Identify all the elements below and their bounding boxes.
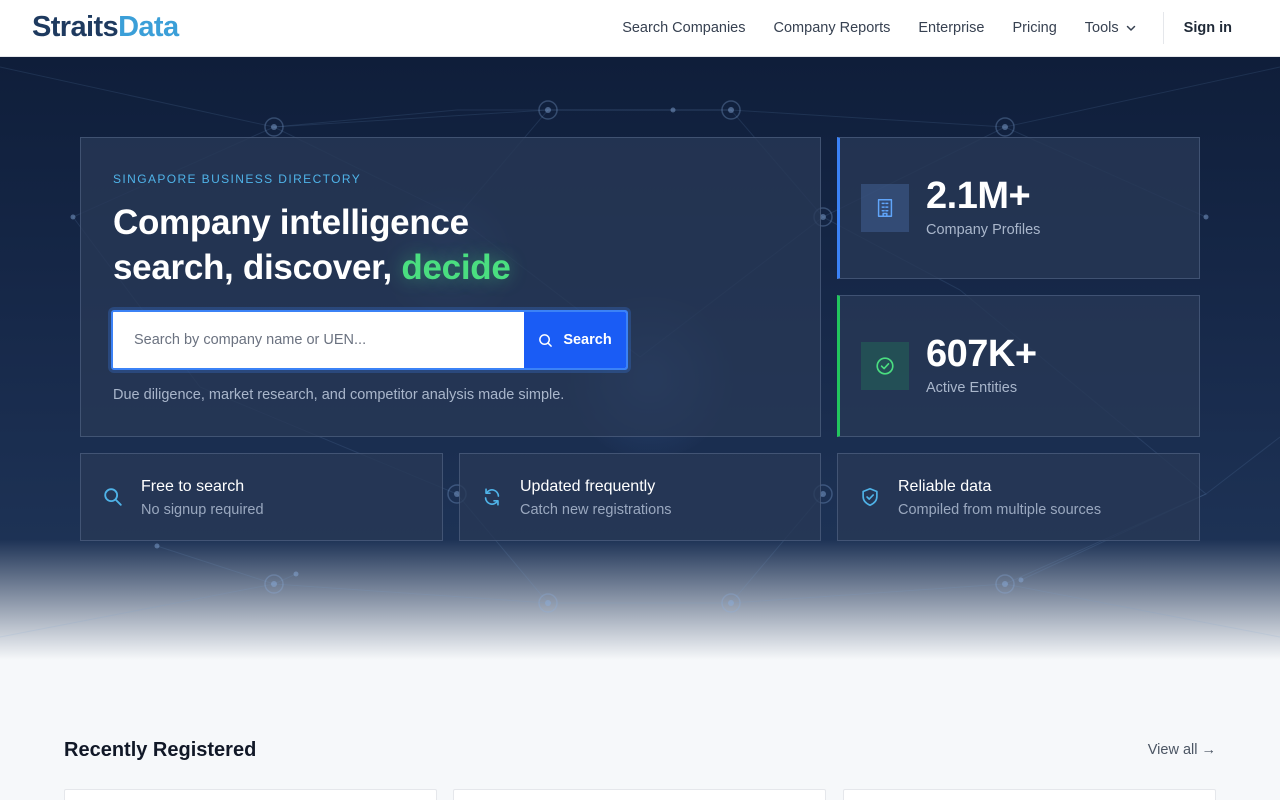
eyebrow-label: SINGAPORE BUSINESS DIRECTORY xyxy=(113,172,362,186)
building-icon xyxy=(877,199,893,217)
nav-enterprise[interactable]: Enterprise xyxy=(918,20,984,36)
chevron-down-icon xyxy=(1126,25,1135,31)
hero-card: SINGAPORE BUSINESS DIRECTORY Company int… xyxy=(80,137,821,437)
nav-tools-dropdown[interactable]: Tools xyxy=(1085,20,1137,36)
stat-icon-wrapper xyxy=(861,342,909,390)
nav-company-reports[interactable]: Company Reports xyxy=(774,20,891,36)
feature-card-free-search: Free to search No signup required xyxy=(80,453,443,541)
stat-label: Company Profiles xyxy=(926,222,1041,238)
nav-divider xyxy=(1162,12,1164,44)
stat-card-company-profiles: 2.1M+ Company Profiles xyxy=(837,137,1200,279)
section-title-recently-registered: Recently Registered xyxy=(64,739,257,761)
shield-check-icon xyxy=(862,487,878,507)
stat-label: Active Entities xyxy=(926,380,1018,396)
company-search-form: Search xyxy=(111,310,628,370)
nav-pricing[interactable]: Pricing xyxy=(1012,20,1056,36)
check-circle-icon xyxy=(876,357,894,375)
stat-icon-wrapper xyxy=(861,184,909,232)
company-card[interactable] xyxy=(64,789,437,800)
hero-headline: Company intelligence search, discover, d… xyxy=(113,200,713,290)
feature-card-updated: Updated frequently Catch new registratio… xyxy=(459,453,821,541)
sign-in-link[interactable]: Sign in xyxy=(1184,20,1232,36)
feature-subtitle: No signup required xyxy=(141,502,264,518)
headline-line-2: search, discover, xyxy=(113,248,402,287)
company-card[interactable] xyxy=(453,789,826,800)
search-button[interactable]: Search xyxy=(524,312,626,368)
refresh-icon xyxy=(484,488,500,506)
stat-card-active-entities: 607K+ Active Entities xyxy=(837,295,1200,437)
feature-title: Reliable data xyxy=(898,478,992,495)
top-navbar: StraitsData Search Companies Company Rep… xyxy=(0,0,1280,57)
feature-subtitle: Catch new registrations xyxy=(520,502,672,518)
nav-tools-label: Tools xyxy=(1084,20,1119,36)
feature-card-reliable: Reliable data Compiled from multiple sou… xyxy=(837,453,1200,541)
search-button-label: Search xyxy=(563,332,612,348)
headline-line-1: Company intelligence xyxy=(113,203,469,242)
company-card[interactable] xyxy=(843,789,1216,800)
nav-search-companies[interactable]: Search Companies xyxy=(622,20,745,36)
hero-tagline: Due diligence, market research, and comp… xyxy=(113,387,565,403)
feature-title: Free to search xyxy=(141,478,245,495)
logo-text-secondary: Data xyxy=(118,11,179,43)
feature-subtitle: Compiled from multiple sources xyxy=(898,502,1102,518)
stat-value: 607K+ xyxy=(926,333,1037,375)
search-icon xyxy=(104,488,122,506)
main-nav: Search Companies Company Reports Enterpr… xyxy=(622,0,1232,56)
hero-section: SINGAPORE BUSINESS DIRECTORY Company int… xyxy=(0,57,1280,660)
feature-title: Updated frequently xyxy=(520,478,656,495)
headline-accent-word: decide xyxy=(401,248,511,287)
view-all-link[interactable]: View all → xyxy=(1148,742,1216,758)
logo-text-primary: Straits xyxy=(32,11,119,43)
logo[interactable]: StraitsData xyxy=(32,10,179,44)
search-icon xyxy=(539,333,553,347)
stat-value: 2.1M+ xyxy=(926,175,1031,217)
company-search-input[interactable] xyxy=(113,312,524,368)
